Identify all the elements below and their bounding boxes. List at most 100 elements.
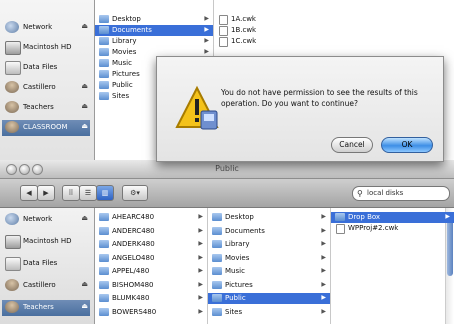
disclosure-arrow-icon: ▶ xyxy=(198,307,203,315)
list-item[interactable]: BOWERS480 ▶ xyxy=(95,307,207,318)
sidebar-item-label: Castillero xyxy=(23,83,56,91)
eject-icon[interactable]: ⏏ xyxy=(81,280,88,288)
sidebar-item[interactable]: Castillero ⏏ xyxy=(2,80,90,96)
eject-icon[interactable]: ⏏ xyxy=(81,102,88,110)
list-item-label: Library xyxy=(225,240,250,248)
list-item[interactable]: Library ▶ xyxy=(208,239,330,250)
forward-button[interactable]: ▶ xyxy=(37,185,55,201)
list-item[interactable]: Desktop ▶ xyxy=(95,14,213,25)
disclosure-arrow-icon: ▶ xyxy=(321,307,326,315)
list-item-label: 1A.cwk xyxy=(231,15,256,23)
list-item[interactable]: ANDERC480 ▶ xyxy=(95,226,207,237)
user-icon xyxy=(5,279,19,291)
list-item-label: Movies xyxy=(225,253,250,262)
front-finder-window: Public ◀ ▶ ⠿ ☰ ▥ ⚙▾ ⚲ local disks Networ… xyxy=(0,160,454,324)
sidebar-item[interactable]: Network ⏏ xyxy=(2,212,90,228)
list-item[interactable]: Public ▶ xyxy=(208,293,330,304)
sidebar-item-label: Network xyxy=(23,23,53,31)
list-item[interactable]: Desktop ▶ xyxy=(208,212,330,223)
disclosure-arrow-icon: ▶ xyxy=(445,213,450,220)
cancel-button[interactable]: Cancel xyxy=(331,137,373,153)
disclosure-arrow-icon: ▶ xyxy=(204,15,209,22)
icon-view-button[interactable]: ⠿ xyxy=(62,185,80,201)
list-item[interactable]: ANDERK480 ▶ xyxy=(95,239,207,250)
back-button[interactable]: ◀ xyxy=(20,185,38,201)
list-item[interactable]: Music ▶ xyxy=(208,266,330,277)
list-item[interactable]: Documents ▶ xyxy=(95,25,213,36)
list-item[interactable]: Documents ▶ xyxy=(208,226,330,237)
eject-icon[interactable]: ⏏ xyxy=(81,302,88,310)
folder-icon xyxy=(212,240,222,248)
list-item[interactable]: 1B.cwk xyxy=(214,25,454,36)
sidebar-item[interactable]: CLASSROOM ⏏ xyxy=(2,120,90,136)
list-item[interactable]: Library ▶ xyxy=(95,36,213,47)
list-item[interactable]: Pictures ▶ xyxy=(208,280,330,291)
disclosure-arrow-icon: ▶ xyxy=(198,240,203,247)
list-item-label: Public xyxy=(225,294,246,302)
ok-button[interactable]: OK xyxy=(381,137,433,153)
list-item[interactable]: WPProj#2.cwk xyxy=(331,223,454,234)
list-item[interactable]: 1A.cwk xyxy=(214,14,454,25)
sidebar-item[interactable]: Data Files xyxy=(2,256,90,272)
folder-icon xyxy=(99,294,109,302)
list-item-label: Sites xyxy=(225,307,243,316)
disclosure-arrow-icon: ▶ xyxy=(321,226,326,234)
drive-icon xyxy=(5,61,21,75)
column-view-button[interactable]: ▥ xyxy=(96,185,114,201)
sidebar-item[interactable]: Macintosh HD xyxy=(2,40,90,56)
eject-icon[interactable]: ⏏ xyxy=(81,214,88,222)
list-item-label: Desktop xyxy=(112,15,141,23)
folder-icon xyxy=(99,92,109,100)
disclosure-arrow-icon: ▶ xyxy=(198,280,203,288)
disclosure-arrow-icon: ▶ xyxy=(198,253,203,261)
list-item-label: WPProj#2.cwk xyxy=(348,224,399,232)
list-item-label: Public xyxy=(112,81,133,89)
list-item[interactable]: 1C.cwk xyxy=(214,36,454,47)
alert-message: You do not have permission to see the re… xyxy=(221,88,418,108)
sidebar-item[interactable]: Teachers ⏏ xyxy=(2,300,90,316)
folder-icon xyxy=(99,267,109,275)
sidebar-item[interactable]: Castillero ⏏ xyxy=(2,278,90,294)
list-item[interactable]: AHEARC480 ▶ xyxy=(95,212,207,223)
eject-icon[interactable]: ⏏ xyxy=(81,22,88,30)
list-item[interactable]: Movies ▶ xyxy=(208,253,330,264)
sidebar-item[interactable]: Teachers ⏏ xyxy=(2,100,90,116)
sidebar-item[interactable]: Network ⏏ xyxy=(2,20,90,36)
list-item[interactable]: Drop Box ▶ xyxy=(331,212,454,223)
document-icon xyxy=(336,224,345,234)
search-field[interactable]: ⚲ local disks xyxy=(352,186,450,201)
folder-icon xyxy=(99,26,109,34)
sidebar-item-label: Data Files xyxy=(23,63,58,71)
action-menu-button[interactable]: ⚙▾ xyxy=(122,185,148,201)
hard-disk-icon xyxy=(5,41,21,55)
user-icon xyxy=(5,301,19,313)
list-item[interactable]: Sites ▶ xyxy=(208,307,330,318)
list-item[interactable]: BLUMK480 ▶ xyxy=(95,293,207,304)
list-item-label: APPEL/480 xyxy=(112,267,150,275)
caution-icon xyxy=(175,85,219,130)
list-item[interactable]: APPEL/480 ▶ xyxy=(95,266,207,277)
sidebar-item[interactable]: Macintosh HD xyxy=(2,234,90,250)
eject-icon[interactable]: ⏏ xyxy=(81,122,88,130)
list-item-label: Documents xyxy=(225,226,265,235)
list-item[interactable]: ANGELO480 ▶ xyxy=(95,253,207,264)
list-item-label: AHEARC480 xyxy=(112,213,155,221)
list-view-button[interactable]: ☰ xyxy=(79,185,97,201)
search-input-value: local disks xyxy=(367,189,404,197)
hard-disk-icon xyxy=(5,235,21,249)
folder-icon xyxy=(99,15,109,23)
document-icon xyxy=(219,37,228,47)
front-column-2: Desktop ▶ Documents ▶ Library ▶ Movies ▶ Music ▶ P… xyxy=(208,208,331,324)
disclosure-arrow-icon: ▶ xyxy=(198,226,203,234)
sidebar-item-label: Macintosh HD xyxy=(23,43,72,51)
list-item-label: Library xyxy=(112,37,137,45)
folder-icon xyxy=(99,240,109,248)
list-item[interactable]: BISHOM480 ▶ xyxy=(95,280,207,291)
sidebar-item-label: Castillero xyxy=(23,281,56,289)
front-sidebar: Network ⏏ Macintosh HD Data Files Castillero… xyxy=(0,208,95,324)
sidebar-item[interactable]: Data Files xyxy=(2,60,90,76)
list-item-label: ANGELO480 xyxy=(112,253,155,262)
eject-icon[interactable]: ⏏ xyxy=(81,82,88,90)
folder-icon xyxy=(99,81,109,89)
back-sidebar: Network ⏏ Macintosh HD Data Files Castillero… xyxy=(0,0,95,160)
